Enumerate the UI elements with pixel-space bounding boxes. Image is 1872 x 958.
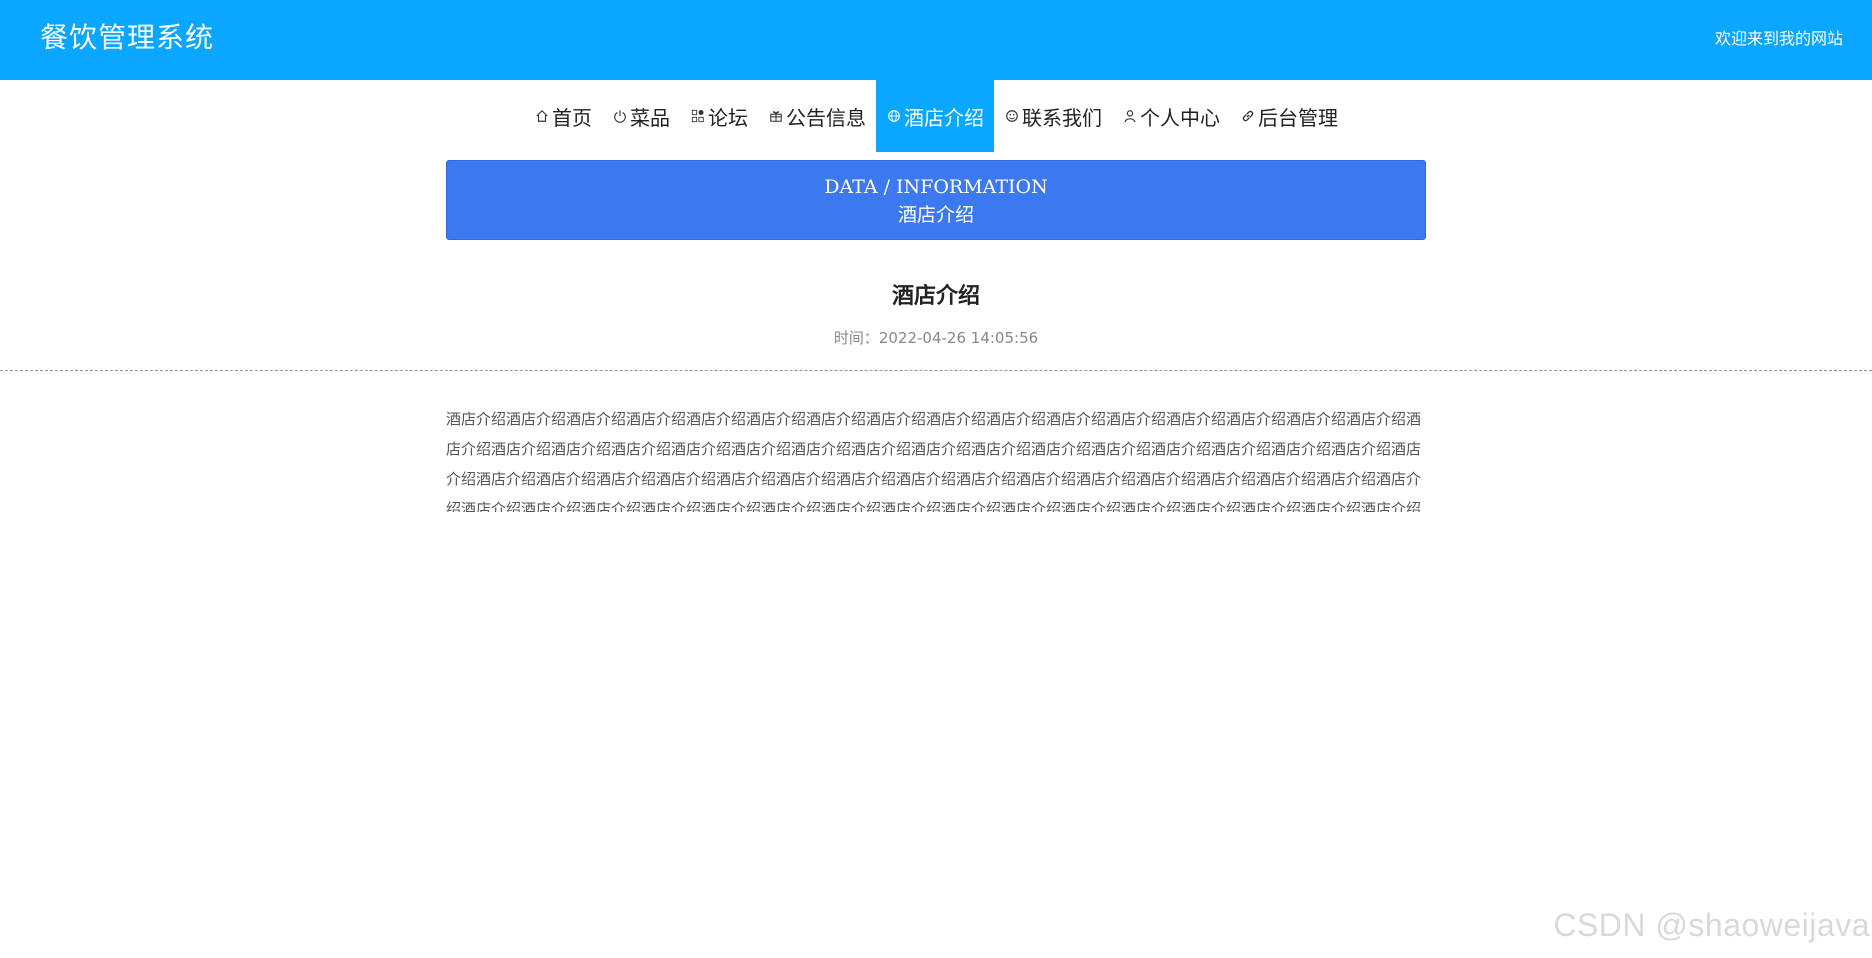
nav-item-dishes[interactable]: 菜品	[602, 80, 680, 152]
gift-icon	[768, 108, 784, 124]
nav-item-label: 个人中心	[1140, 105, 1220, 130]
link-icon	[1240, 108, 1256, 124]
divider	[0, 370, 1872, 371]
nav-item-label: 菜品	[630, 105, 670, 130]
apps-icon	[690, 108, 706, 124]
article-time: 时间：2022-04-26 14:05:56	[833, 329, 1039, 347]
welcome-text: 欢迎来到我的网站	[1714, 29, 1843, 48]
section-banner: DATA / INFORMATION 酒店介绍	[446, 160, 1426, 240]
nav-item-forum[interactable]: 论坛	[680, 80, 758, 152]
nav-item-profile[interactable]: 个人中心	[1112, 80, 1230, 152]
site-title[interactable]: 餐饮管理系统	[40, 18, 214, 58]
nav-item-admin[interactable]: 后台管理	[1230, 80, 1348, 152]
nav-item-hotel-intro[interactable]: 酒店介绍	[876, 80, 994, 152]
banner-english-title: DATA / INFORMATION	[824, 176, 1048, 198]
nav-item-label: 公告信息	[786, 105, 866, 130]
smile-icon	[1004, 108, 1020, 124]
main-nav: 首页 菜品 论坛 公告信息 酒店介绍 联系我们 个人中心 后台管理	[0, 80, 1872, 152]
article-body: 酒店介绍酒店介绍酒店介绍酒店介绍酒店介绍酒店介绍酒店介绍酒店介绍酒店介绍酒店介绍…	[446, 410, 1422, 512]
user-icon	[1122, 108, 1138, 124]
home-icon	[534, 108, 550, 124]
nav-item-home[interactable]: 首页	[524, 80, 602, 152]
power-icon	[612, 108, 628, 124]
nav-item-contact[interactable]: 联系我们	[994, 80, 1112, 152]
banner-chinese-title: 酒店介绍	[897, 204, 974, 226]
watermark: CSDN @shaoweijava	[1553, 907, 1870, 943]
nav-item-label: 联系我们	[1022, 105, 1102, 130]
top-header-bar: 餐饮管理系统 欢迎来到我的网站	[0, 0, 1872, 80]
nav-item-announcements[interactable]: 公告信息	[758, 80, 876, 152]
article-title: 酒店介绍	[891, 284, 980, 309]
nav-item-label: 后台管理	[1258, 105, 1338, 130]
globe-icon	[886, 108, 902, 124]
nav-item-label: 论坛	[708, 105, 748, 130]
nav-item-label: 酒店介绍	[904, 105, 984, 130]
nav-item-label: 首页	[552, 105, 592, 130]
